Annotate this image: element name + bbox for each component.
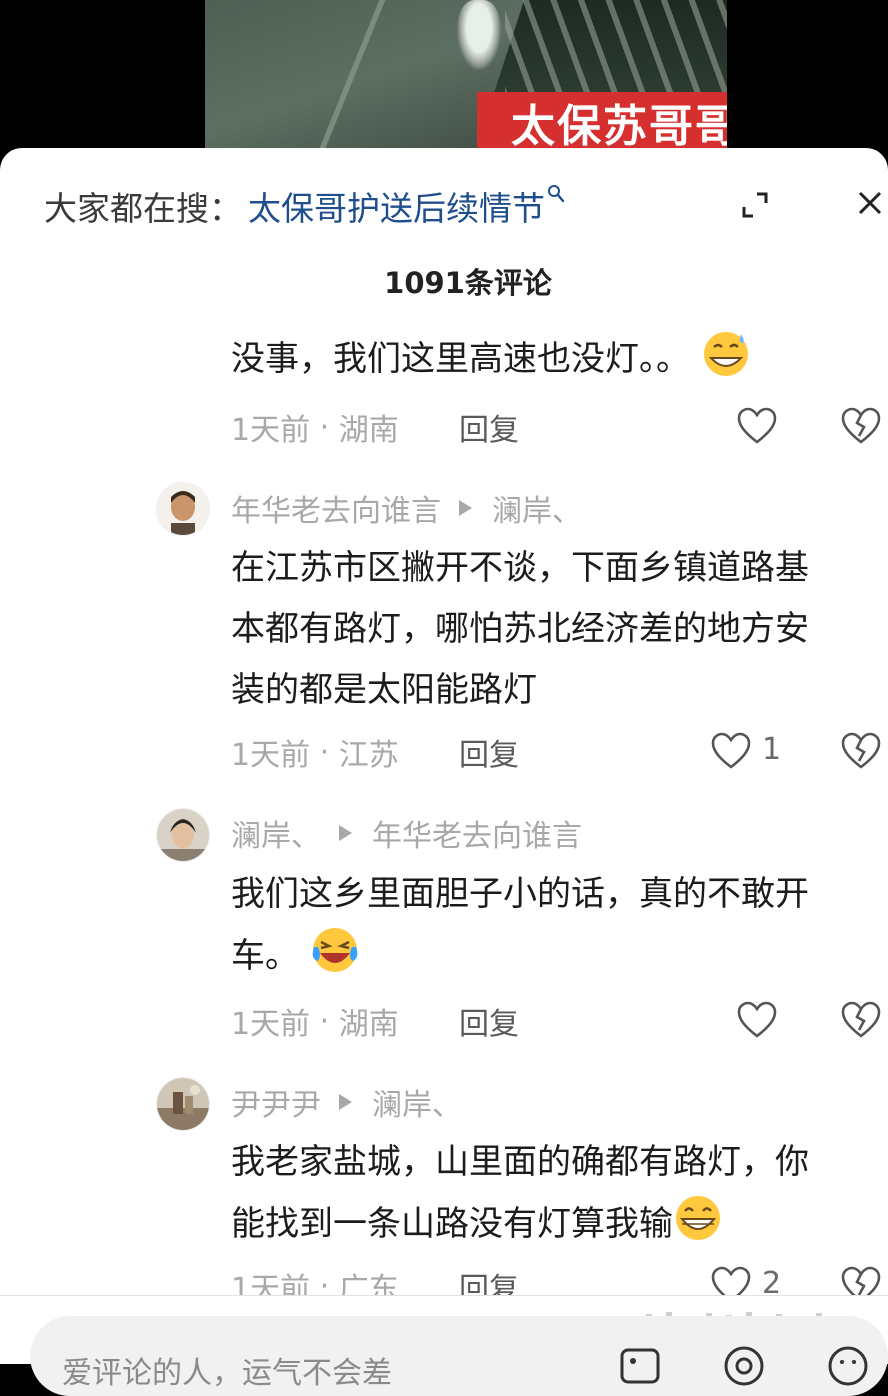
comment-line: 车。 (231, 936, 299, 976)
big-grin-emoji-icon (676, 1196, 720, 1240)
comment-line: 装的都是太阳能路灯 (231, 670, 537, 710)
username[interactable]: 年华老去向谁言 (231, 486, 441, 530)
comment-text: 在江苏市区撇开不谈，下面乡镇道路基 本都有路灯，哪怕苏北经济差的地方安 装的都是… (231, 538, 888, 721)
like-heart-icon[interactable] (736, 406, 778, 446)
comment-count: 1091条评论 (384, 266, 552, 300)
comment-location: 湖南 (338, 1007, 399, 1042)
crying-laugh-emoji-icon (312, 928, 358, 972)
comment-line-with-emoji: 能找到一条山路没有灯算我输 (231, 1193, 888, 1255)
search-prefix: 大家都在搜： (44, 189, 242, 228)
comment-line: 没事，我们这里高速也没灯。。 (231, 339, 690, 379)
comment-line: 本都有路灯，哪怕苏北经济差的地方安 (231, 609, 809, 649)
like-heart-icon[interactable] (736, 1000, 778, 1040)
reply-button[interactable]: 回复 (459, 999, 519, 1043)
video-player[interactable]: 太保苏哥哥开车 (0, 0, 888, 160)
avatar[interactable] (156, 808, 210, 862)
comments-panel: 大家都在搜： 太保哥护送后续情节 1091条评论 没事，我们这里高速也没灯。。 … (0, 148, 888, 1363)
comment-time: 1天前 (231, 738, 311, 773)
username[interactable]: 澜岸、 (231, 811, 321, 855)
search-term-link[interactable]: 太保哥护送后续情节 (248, 182, 545, 230)
reply-arrow-icon (339, 825, 352, 841)
comment-usernames: 年华老去向谁言 澜岸、 (231, 486, 582, 530)
meta-dot: · (310, 1003, 339, 1039)
dislike-broken-heart-icon[interactable] (840, 731, 882, 771)
meta-dot: · (310, 734, 339, 770)
image-icon[interactable] (618, 1344, 662, 1388)
sweat-grin-emoji-icon (703, 332, 748, 376)
video-frame: 太保苏哥哥开车 (205, 0, 727, 160)
comment-line: 我们这乡里面胆子小的话，真的不敢开 (231, 874, 809, 914)
comment-location: 江苏 (338, 738, 399, 773)
comment-time: 1天前 (231, 1007, 311, 1042)
comment-line: 能找到一条山路没有灯算我输 (231, 1204, 673, 1244)
avatar[interactable] (156, 1077, 210, 1131)
reply-to-username[interactable]: 澜岸、 (492, 486, 582, 530)
comment-line: 我老家盐城，山里面的确都有路灯，你 (231, 1142, 809, 1182)
scooter-rider (457, 0, 501, 70)
expand-icon[interactable] (740, 190, 770, 220)
dislike-broken-heart-icon[interactable] (840, 1000, 882, 1040)
avatar[interactable] (156, 482, 210, 536)
mention-icon[interactable] (722, 1344, 766, 1388)
comment-text: 我老家盐城，山里面的确都有路灯，你 能找到一条山路没有灯算我输 (231, 1132, 888, 1255)
reply-arrow-icon (339, 1094, 352, 1110)
comment-location: 湖南 (338, 413, 399, 448)
close-icon[interactable] (855, 188, 885, 218)
reply-arrow-icon (459, 500, 472, 516)
comment-text: 我们这乡里面胆子小的话，真的不敢开 车。 (231, 864, 888, 987)
username[interactable]: 尹尹尹 (231, 1080, 321, 1124)
comment-time: 1天前 (231, 413, 311, 448)
dislike-broken-heart-icon[interactable] (840, 406, 882, 446)
comment-text: 没事，我们这里高速也没灯。。 (231, 328, 888, 390)
search-icon (547, 184, 565, 209)
meta-dot: · (310, 409, 339, 445)
comment-meta: 1天前 · 湖南 回复 (231, 407, 519, 449)
comment-input-bar: 爱评论的人，运气不会差 (0, 1295, 888, 1396)
trending-search[interactable]: 大家都在搜： 太保哥护送后续情节 (44, 184, 565, 228)
comment-meta: 1天前 · 江苏 回复 (231, 732, 519, 774)
reply-to-username[interactable]: 澜岸、 (372, 1080, 462, 1124)
comment-line-with-emoji: 车。 (231, 925, 888, 987)
reply-button[interactable]: 回复 (459, 730, 519, 774)
like-heart-icon[interactable] (710, 731, 752, 771)
comment-usernames: 尹尹尹 澜岸、 (231, 1080, 462, 1124)
reply-to-username[interactable]: 年华老去向谁言 (372, 811, 582, 855)
reply-button[interactable]: 回复 (459, 405, 519, 449)
comment-meta: 1天前 · 湖南 回复 (231, 1001, 519, 1043)
comment-line: 在江苏市区撇开不谈，下面乡镇道路基 (231, 548, 809, 588)
comment-input-placeholder: 爱评论的人，运气不会差 (62, 1356, 392, 1391)
comment-usernames: 澜岸、 年华老去向谁言 (231, 811, 582, 855)
like-count: 1 (762, 732, 782, 767)
emoji-icon[interactable] (826, 1344, 870, 1388)
